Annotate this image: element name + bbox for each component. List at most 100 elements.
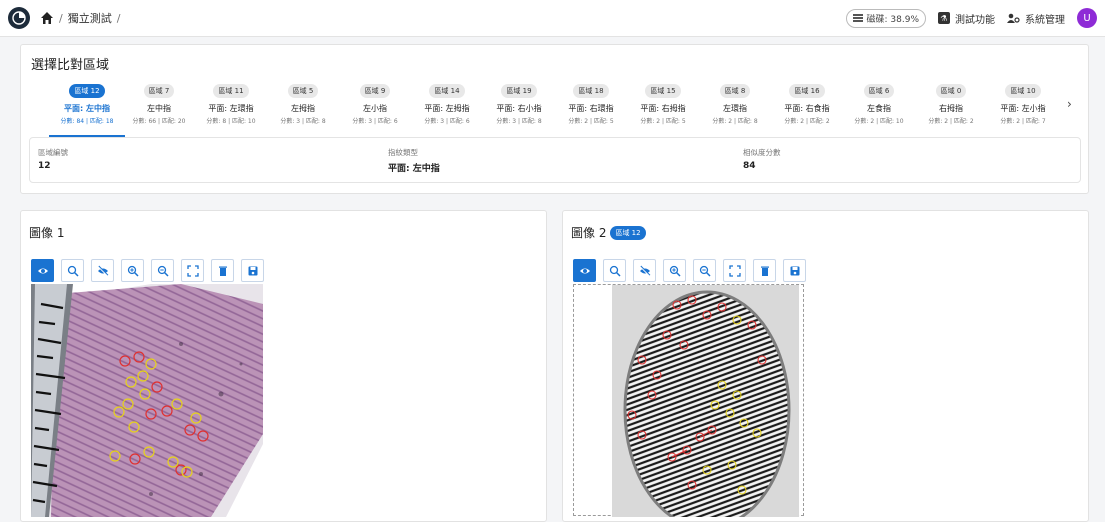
zoom-region-button[interactable] [603, 259, 626, 282]
region-score: 分數: 2 | 匹配: 2 [784, 118, 830, 125]
test-function-label: 測試功能 [955, 14, 995, 26]
zoom-out-icon [157, 265, 169, 277]
region-tab[interactable]: 區域 14 平面: 左拇指 分數: 3 | 匹配: 6 [411, 84, 483, 132]
region-chip: 區域 14 [429, 84, 465, 98]
eye-off-icon [638, 264, 651, 277]
region-finger-name: 左環指 [723, 104, 747, 113]
breadcrumb: / 獨立測試 / [40, 10, 120, 26]
region-finger-name: 平面: 右拇指 [640, 104, 686, 113]
region-chip: 區域 6 [863, 84, 895, 98]
fit-screen-icon [728, 264, 741, 277]
trash-button[interactable] [753, 259, 776, 282]
image-2-title-text: 圖像 2 [571, 226, 607, 240]
trash-button[interactable] [211, 259, 234, 282]
region-tab[interactable]: 區域 9 左小指 分數: 3 | 匹配: 6 [339, 84, 411, 132]
region-score: 分數: 66 | 匹配: 20 [132, 118, 186, 125]
eye-button[interactable] [573, 259, 596, 282]
region-tab[interactable]: 區域 19 平面: 右小指 分數: 3 | 匹配: 8 [483, 84, 555, 132]
region-score: 分數: 2 | 匹配: 5 [640, 118, 686, 125]
test-function-link[interactable]: ⚗ 測試功能 [938, 11, 995, 26]
breadcrumb-separator: / [116, 11, 121, 25]
latent-fingerprint-image[interactable] [31, 284, 263, 517]
top-bar: / 獨立測試 / 磁碟: 38.9% ⚗ 測試功能 系統管理 U [0, 0, 1105, 37]
region-score: 分數: 2 | 匹配: 10 [854, 118, 904, 125]
zoom-in-button[interactable] [663, 259, 686, 282]
region-tab[interactable]: 區域 11 平面: 左環指 分數: 8 | 匹配: 10 [195, 84, 267, 132]
image-1-toolbar [31, 259, 264, 282]
storage-icon [852, 14, 863, 22]
fingerprint-type-label: 指紋類型 [388, 148, 418, 157]
zoom-region-icon [67, 265, 79, 277]
region-tab[interactable]: 區域 12 平面: 左中指 分數: 84 | 匹配: 18 [49, 84, 125, 137]
fit-screen-icon [186, 264, 199, 277]
eye-off-button[interactable] [633, 259, 656, 282]
zoom-region-button[interactable] [61, 259, 84, 282]
region-finger-name: 左拇指 [291, 104, 315, 113]
region-chip: 區域 12 [69, 84, 105, 98]
avatar[interactable]: U [1077, 8, 1097, 28]
region-chip: 區域 7 [143, 84, 175, 98]
region-tab[interactable]: 區域 5 左拇指 分數: 3 | 匹配: 8 [267, 84, 339, 132]
region-finger-name: 平面: 右食指 [784, 104, 830, 113]
region-tab[interactable]: 區域 15 平面: 右拇指 分數: 2 | 匹配: 5 [627, 84, 699, 132]
region-tab[interactable]: 區域 10 平面: 左小指 分數: 2 | 匹配: 7 [987, 84, 1059, 132]
flask-icon: ⚗ [938, 12, 950, 24]
region-badge: 區域 12 [610, 225, 646, 240]
region-tab[interactable]: 區域 0 右拇指 分數: 2 | 匹配: 2 [915, 84, 987, 132]
home-icon[interactable] [40, 11, 54, 25]
region-tab[interactable]: 區域 18 平面: 右環指 分數: 2 | 匹配: 5 [555, 84, 627, 132]
region-score: 分數: 3 | 匹配: 6 [424, 118, 470, 125]
zoom-out-icon [699, 265, 711, 277]
region-tab[interactable]: 區域 7 左中指分數: 66 | 匹配: 20 [123, 84, 195, 132]
region-finger-name: 平面: 右小指 [496, 104, 542, 113]
image-1-title: 圖像 1 [29, 224, 64, 241]
region-finger-name: 左中指 [147, 104, 171, 113]
eye-icon [37, 265, 49, 277]
zoom-in-button[interactable] [121, 259, 144, 282]
app-logo[interactable] [8, 7, 30, 29]
eye-off-icon [96, 264, 109, 277]
region-finger-name: 右拇指 [939, 104, 963, 113]
breadcrumb-item[interactable]: 獨立測試 [68, 10, 112, 26]
region-tab[interactable]: 區域 8 左環指 分數: 2 | 匹配: 8 [699, 84, 771, 132]
region-score: 分數: 8 | 匹配: 10 [206, 118, 256, 125]
system-admin-label: 系統管理 [1025, 14, 1065, 26]
region-chip: 區域 8 [719, 84, 751, 98]
disk-usage-badge: 磁碟: 38.9% [845, 8, 926, 28]
similarity-score-value: 84 [743, 161, 756, 171]
image-2-title: 圖像 2 區域 12 [571, 224, 646, 241]
save-button[interactable] [241, 259, 264, 282]
fit-screen-button[interactable] [723, 259, 746, 282]
eye-button[interactable] [31, 259, 54, 282]
image-1-title-text: 圖像 1 [29, 226, 65, 240]
region-score: 分數: 84 | 匹配: 18 [60, 118, 114, 125]
region-tab[interactable]: 區域 16 平面: 右食指 分數: 2 | 匹配: 2 [771, 84, 843, 132]
region-chip: 區域 9 [359, 84, 391, 98]
region-score: 分數: 2 | 匹配: 7 [1000, 118, 1046, 125]
zoom-out-button[interactable] [151, 259, 174, 282]
trash-icon [759, 265, 771, 277]
save-button[interactable] [783, 259, 806, 282]
region-score: 分數: 2 | 匹配: 5 [568, 118, 614, 125]
region-info-box: 區域編號 12 指紋類型 平面: 左中指 相似度分數 84 [29, 137, 1081, 183]
eye-off-button[interactable] [91, 259, 114, 282]
zoom-region-icon [609, 265, 621, 277]
fit-screen-button[interactable] [181, 259, 204, 282]
region-chip: 區域 15 [645, 84, 681, 98]
chevron-right-icon[interactable]: › [1067, 97, 1072, 111]
disk-usage-label: 磁碟: 38.9% [866, 14, 919, 25]
zoom-in-icon [669, 265, 681, 277]
image-2-toolbar [573, 259, 806, 282]
reference-image-frame [573, 284, 804, 517]
image-panel-1: 圖像 1 [20, 210, 547, 522]
save-icon [247, 265, 259, 277]
zoom-out-button[interactable] [693, 259, 716, 282]
region-tab[interactable]: 區域 6 左食指分數: 2 | 匹配: 10 [843, 84, 915, 132]
system-admin-link[interactable]: 系統管理 [1007, 11, 1065, 26]
region-score: 分數: 3 | 匹配: 6 [352, 118, 398, 125]
region-score: 分數: 3 | 匹配: 8 [496, 118, 542, 125]
region-chip: 區域 18 [573, 84, 609, 98]
region-tabs: 區域 12 平面: 左中指 分數: 84 | 匹配: 18 區域 7 左中指分數: 66… [49, 84, 1061, 137]
reference-fingerprint-image[interactable] [612, 285, 799, 517]
region-finger-name: 左食指 [867, 104, 891, 113]
